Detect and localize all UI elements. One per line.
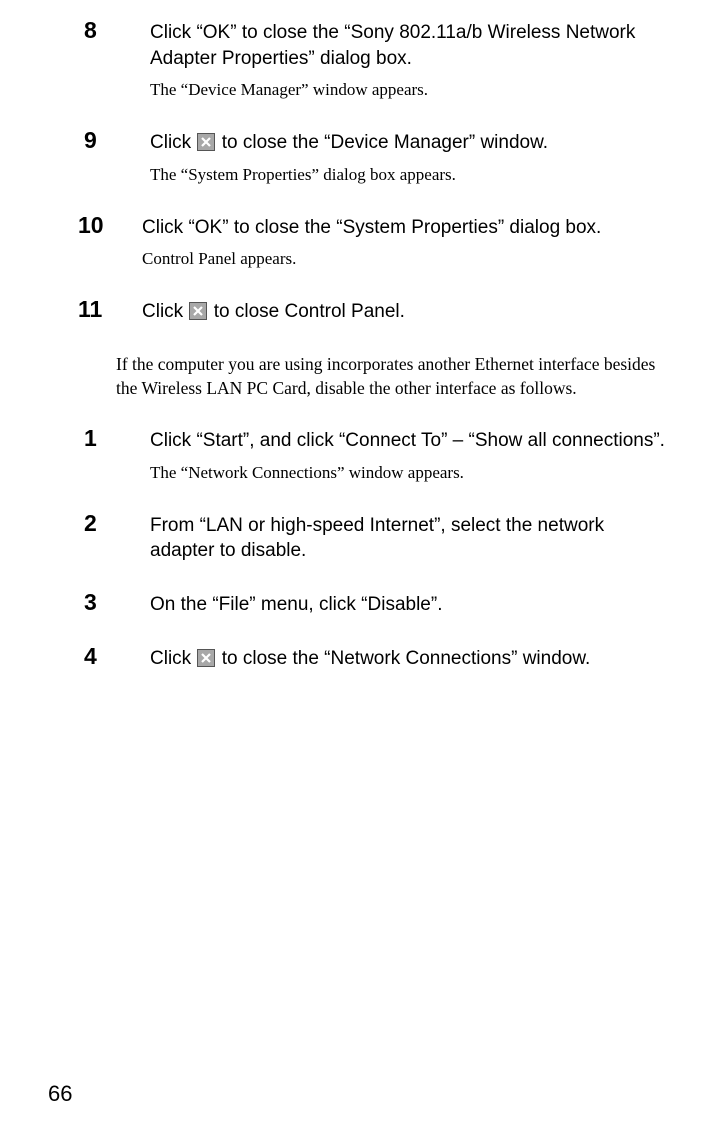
step-sub-text: The “Network Connections” window appears… — [150, 462, 671, 485]
step-main-text: Click to close the “Device Manager” wind… — [150, 130, 671, 156]
step-text-post: to close Control Panel. — [208, 301, 404, 322]
step-8: 8 Click “OK” to close the “Sony 802.11a/… — [116, 20, 671, 102]
step-body: From “LAN or high-speed Internet”, selec… — [116, 513, 671, 564]
step-11: 11 Click to close Control Panel. — [116, 299, 671, 325]
step-text-pre: Click — [150, 132, 196, 153]
page-number: 66 — [48, 1081, 72, 1107]
step-number: 4 — [84, 643, 116, 670]
step-number: 3 — [84, 589, 116, 616]
step-9: 9 Click to close the “Device Manager” wi… — [116, 130, 671, 187]
step-body: Click to close the “Device Manager” wind… — [116, 130, 671, 187]
close-window-icon — [197, 649, 215, 667]
step-main-text: Click to close Control Panel. — [142, 299, 671, 325]
step-b-3: 3 On the “File” menu, click “Disable”. — [116, 592, 671, 618]
step-main-text: From “LAN or high-speed Internet”, selec… — [150, 513, 671, 564]
step-main-text: Click “OK” to close the “System Properti… — [142, 215, 671, 241]
close-window-icon — [197, 133, 215, 151]
step-text-pre: Click — [142, 301, 188, 322]
step-sub-text: Control Panel appears. — [142, 248, 671, 271]
step-body: Click to close Control Panel. — [116, 299, 671, 325]
step-10: 10 Click “OK” to close the “System Prope… — [116, 215, 671, 272]
step-main-text: On the “File” menu, click “Disable”. — [150, 592, 671, 618]
step-number: 10 — [78, 212, 110, 239]
step-b-2: 2 From “LAN or high-speed Internet”, sel… — [116, 513, 671, 564]
step-text-post: to close the “Device Manager” window. — [216, 132, 548, 153]
step-text-post: to close the “Network Connections” windo… — [216, 648, 590, 669]
step-body: Click “OK” to close the “System Properti… — [116, 215, 671, 272]
page-content: 8 Click “OK” to close the “Sony 802.11a/… — [0, 0, 701, 671]
step-body: On the “File” menu, click “Disable”. — [116, 592, 671, 618]
instruction-paragraph: If the computer you are using incorporat… — [116, 353, 671, 400]
step-sub-text: The “Device Manager” window appears. — [150, 79, 671, 102]
step-number: 1 — [84, 425, 116, 452]
step-main-text: Click “OK” to close the “Sony 802.11a/b … — [150, 20, 671, 71]
step-body: Click to close the “Network Connections”… — [116, 646, 671, 672]
step-text-pre: Click — [150, 648, 196, 669]
step-main-text: Click to close the “Network Connections”… — [150, 646, 671, 672]
step-main-text: Click “Start”, and click “Connect To” – … — [150, 428, 671, 454]
step-sub-text: The “System Properties” dialog box appea… — [150, 164, 671, 187]
step-number: 9 — [84, 127, 116, 154]
step-body: Click “OK” to close the “Sony 802.11a/b … — [116, 20, 671, 102]
step-number: 2 — [84, 510, 116, 537]
step-b-1: 1 Click “Start”, and click “Connect To” … — [116, 428, 671, 485]
step-number: 11 — [78, 296, 110, 323]
step-body: Click “Start”, and click “Connect To” – … — [116, 428, 671, 485]
step-b-4: 4 Click to close the “Network Connection… — [116, 646, 671, 672]
close-window-icon — [189, 302, 207, 320]
step-number: 8 — [84, 17, 116, 44]
